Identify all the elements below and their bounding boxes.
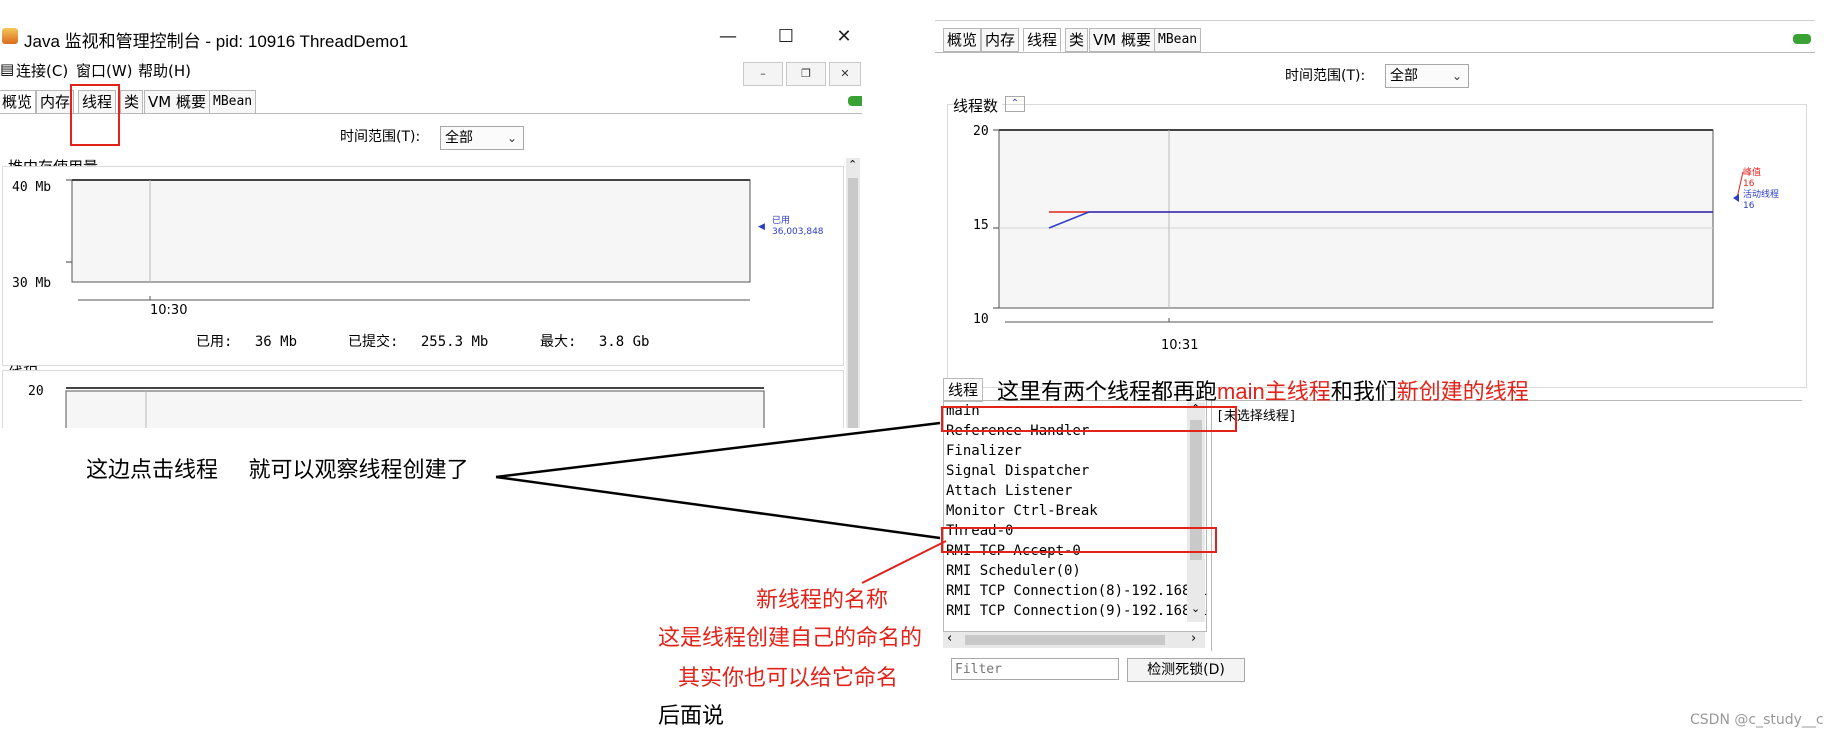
name-note-4: 后面说	[658, 703, 725, 728]
click-note: 这边点击线程 就可以观察线程创建了	[86, 457, 469, 482]
watermark: CSDN @c_study__c	[1690, 712, 1824, 728]
name-note-3: 其实你也可以给它命名	[678, 665, 899, 690]
name-note-1: 新线程的名称	[756, 587, 889, 612]
name-note-2: 这是线程创建自己的命名的	[658, 625, 923, 650]
